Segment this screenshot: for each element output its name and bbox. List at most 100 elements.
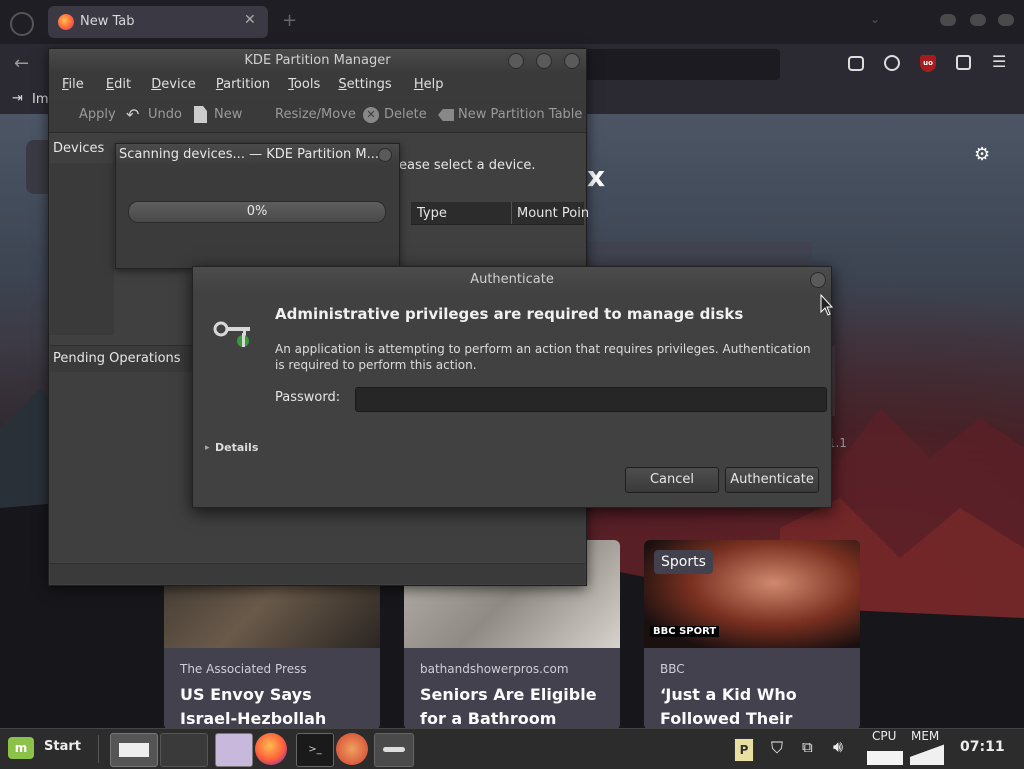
terminal-taskbar-icon[interactable]: >_ [296,733,334,767]
news-card-source: The Associated Press [180,662,307,676]
start-button[interactable]: Start [44,739,81,754]
clock[interactable]: 07:11 [960,739,1005,755]
browser-tab-new-tab[interactable]: New Tab ✕ [48,6,268,38]
authenticate-button[interactable]: Authenticate [725,467,819,493]
account-icon[interactable] [884,55,900,71]
cancel-label: Cancel [649,472,695,487]
network-tray-icon[interactable]: ⧉ [802,738,813,756]
password-field[interactable] [355,387,827,412]
mem-graph [910,743,944,765]
ublock-origin-icon[interactable]: uo [920,55,936,72]
close-button[interactable] [564,53,580,69]
workspace-1[interactable] [110,733,158,767]
window-titlebar[interactable]: KDE Partition Manager [49,49,586,73]
new-tab-plus-icon[interactable]: + [282,10,297,31]
authenticate-dialog: Authenticate Administrative privileges a… [192,266,832,508]
column-divider [511,202,512,224]
new-document-icon [194,106,207,123]
window-preview [119,743,149,757]
extensions-icon[interactable] [956,55,971,70]
dialog-titlebar[interactable]: Scanning devices... — KDE Partition M... [116,144,399,166]
column-mount-point[interactable]: Mount Poin [517,206,589,221]
url-bar[interactable] [585,49,780,80]
undo-button[interactable]: Undo [148,98,182,132]
brand-title-fragment: x [587,160,606,193]
news-card-bbc[interactable]: BBC SPORT Sports BBC ‘Just a Kid Who Fol… [644,540,860,730]
details-expander-icon[interactable]: ▸ [205,443,210,453]
taskbar: m Start >_ P ⛉ ⧉ 🔊︎ CPU MEM 07:11 [0,728,1024,769]
news-card-source: bathandshowerpros.com [420,662,569,676]
news-card-headline: Seniors Are Eligible for a Bathroom [420,685,597,728]
minimize-icon[interactable] [940,14,956,26]
delete-button[interactable]: Delete [384,98,427,132]
shield-tray-icon[interactable]: ⛉ [771,738,783,758]
menu-partition[interactable]: Partition [216,73,270,97]
mint-logo-icon[interactable]: m [8,737,34,759]
authenticate-taskbar-icon[interactable] [374,733,414,767]
firefox-tab-icon [58,14,74,30]
dialog-title: Scanning devices... — KDE Partition M... [119,147,380,162]
new-partition-table-button[interactable]: New Partition Table [458,98,582,132]
category-badge: Sports [654,550,713,574]
authenticate-label: Authenticate [730,472,814,487]
pocket-icon[interactable] [848,56,864,71]
maximize-button[interactable] [536,53,552,69]
minimize-button[interactable] [508,53,524,69]
status-bar [50,563,585,584]
toolbar: Apply ↶ Undo New Resize/Move ✕ Delete Ne… [49,98,586,133]
list-tabs-chevron-icon[interactable]: ⌄ [870,12,880,26]
menu-bar: File Edit Device Partition Tools Setting… [49,73,586,97]
workspace-2[interactable] [160,733,208,767]
progress-text: 0% [246,204,268,219]
devices-list[interactable] [50,163,114,335]
resize-move-button[interactable]: Resize/Move [275,98,356,132]
maximize-icon[interactable] [970,14,986,26]
import-bookmarks-icon[interactable]: ⇥ [12,91,23,106]
close-button[interactable] [810,272,826,288]
firefox-taskbar-icon[interactable] [255,733,287,765]
menu-hamburger-icon[interactable]: ☰ [992,52,1006,71]
apply-button[interactable]: Apply [79,98,116,132]
menu-tools[interactable]: Tools [288,73,320,97]
menu-help[interactable]: Help [414,73,444,97]
close-window-icon[interactable] [998,14,1014,26]
tab-title: New Tab [80,14,135,29]
password-label: Password: [275,390,341,405]
menu-settings[interactable]: Settings [338,73,391,97]
mem-monitor[interactable]: MEM [908,729,944,769]
undo-icon: ↶ [126,105,140,124]
cpu-monitor[interactable]: CPU [865,729,905,769]
menu-device[interactable]: Device [151,73,195,97]
import-bookmarks-label[interactable]: Im [32,92,49,107]
partition-manager-taskbar-icon[interactable] [215,733,253,767]
menu-file[interactable]: File [62,73,84,97]
firefox-view-icon[interactable] [10,12,34,36]
back-arrow-icon[interactable]: ← [14,53,29,74]
keys-icon [213,321,250,347]
separator [98,735,99,763]
app-taskbar-icon[interactable] [336,733,368,765]
delete-icon: ✕ [363,107,379,123]
window-title: KDE Partition Manager [244,53,391,68]
close-button[interactable] [378,148,392,162]
dialog-titlebar[interactable]: Authenticate [193,267,831,293]
close-tab-icon[interactable]: ✕ [244,12,256,28]
scanning-devices-dialog: Scanning devices... — KDE Partition M...… [115,143,400,269]
scan-progress-bar: 0% [128,201,386,223]
menu-edit[interactable]: Edit [106,73,131,97]
bbc-sport-logo: BBC SPORT [650,626,720,637]
clipboard-tray-icon[interactable]: P [734,738,754,762]
pending-operations-label: Pending Operations [53,351,181,366]
new-button[interactable]: New [214,98,242,132]
column-type[interactable]: Type [417,206,447,221]
new-table-icon [438,109,454,121]
volume-tray-icon[interactable]: 🔊︎ [833,737,843,757]
cancel-button[interactable]: Cancel [625,467,719,493]
auth-heading: Administrative privileges are required t… [275,305,744,323]
news-card-headline: US Envoy Says Israel-Hezbollah Truce Is [180,685,327,728]
key-icon [383,747,405,752]
personalize-gear-icon[interactable]: ⚙ [974,144,990,165]
details-expander[interactable]: Details [215,441,258,454]
news-card-headline: ‘Just a Kid Who Followed Their [660,685,797,728]
select-device-message: ease select a device. [399,158,536,173]
